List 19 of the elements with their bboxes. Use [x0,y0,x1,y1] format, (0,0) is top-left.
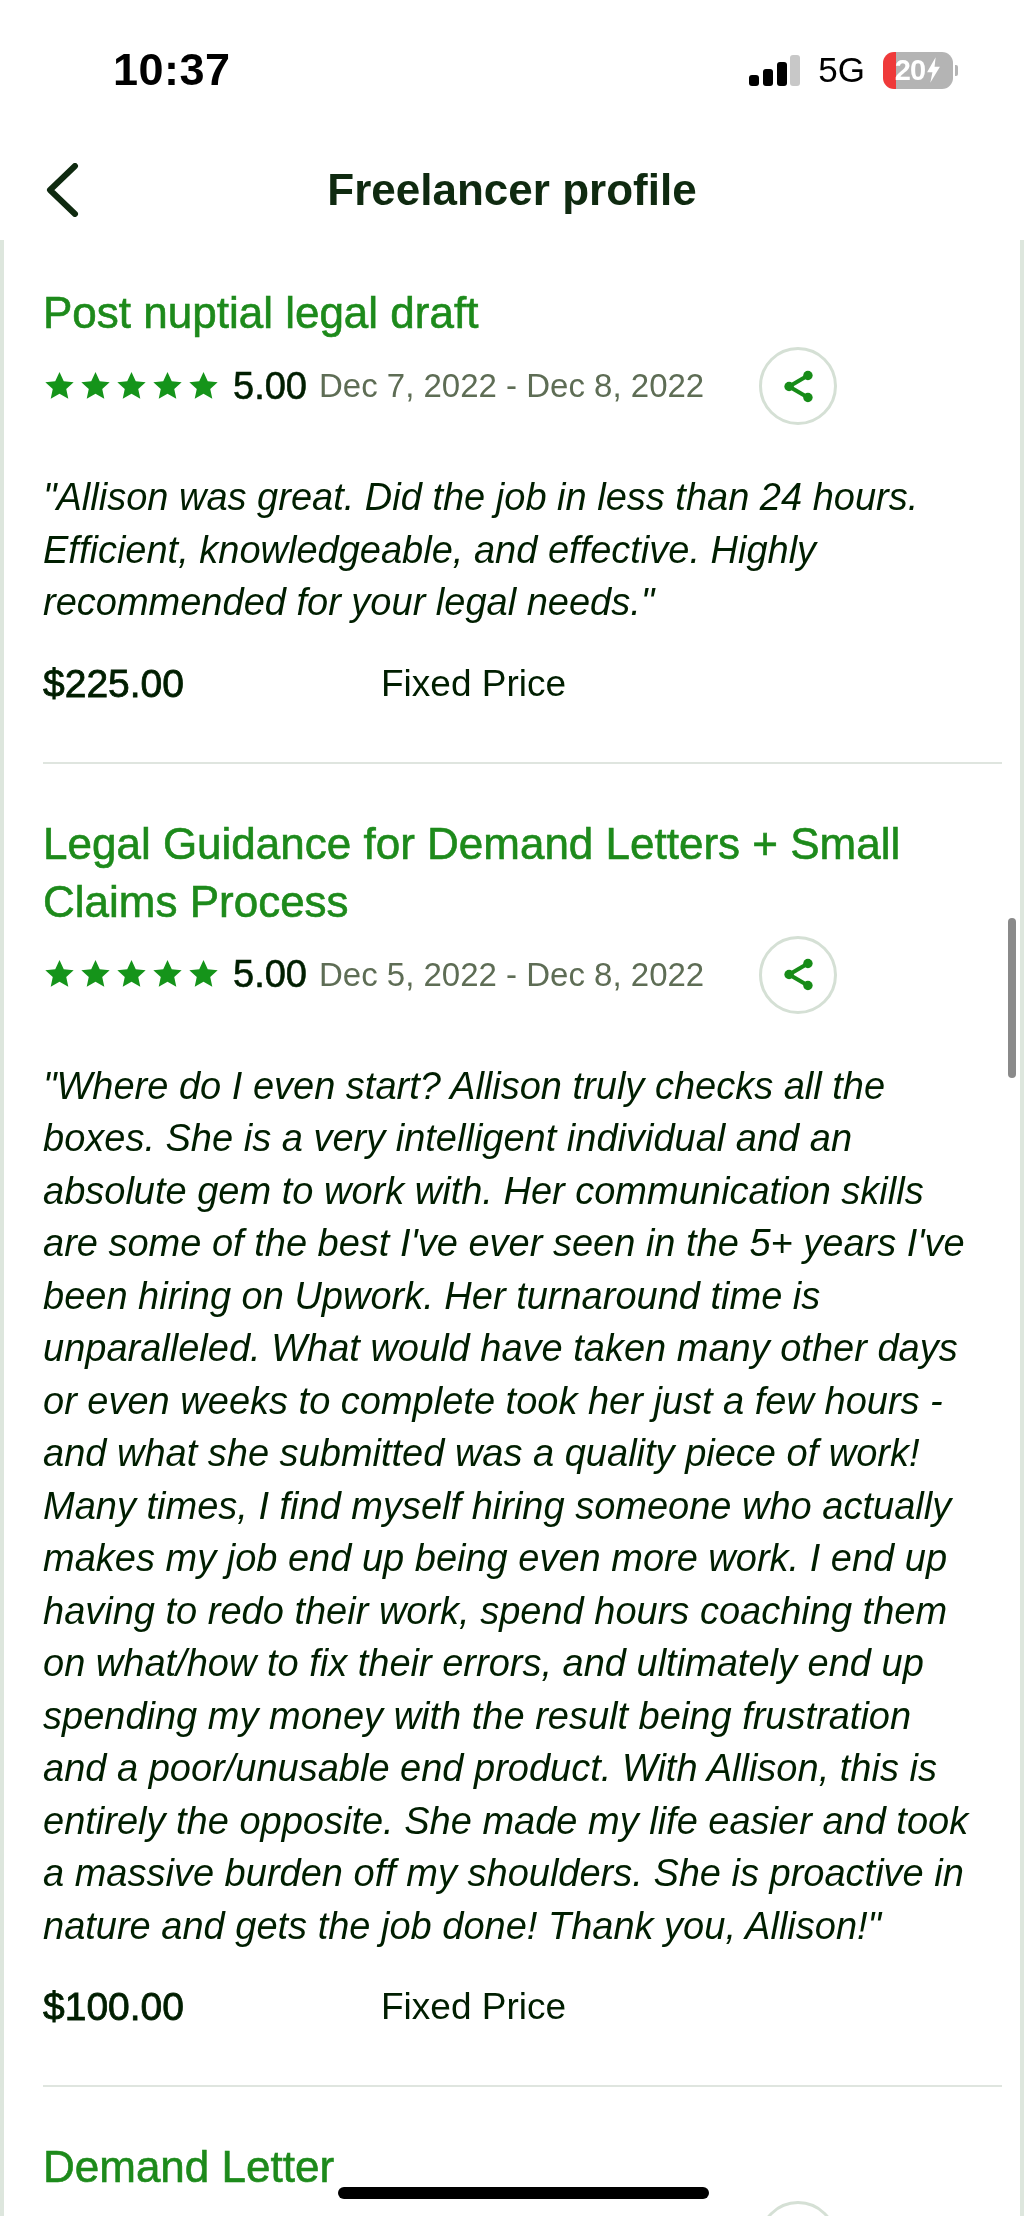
review-text: "Where do I even start? Allison truly checks all the boxes. She is a very intelligent individual and an absolute gem to work with. Her communication skills are some of the best I've ever seen in the 5+ years I've been hiring on Upwork. Her turnaround time is unparalleled. What would have taken many other days or even weeks to complete took her just a few hours - and what she submitted was a quality piece of work! Many times, I find myself hiring someone who actually makes my job end up being even more work. I end up having to redo their work, spend hours coaching them on what/how to fix their errors, and ultimately end up spending my money with the result being frustration and a poor/unusable end product. With Allison, this is entirely the opposite. She made my life easier and took a massive burden off my shoulders. She is proactive in nature and gets the job done! Thank you, Allison!" [43,1063,971,1949]
review-text: "Allison was great. Did the job in less than 24 hours. Efficient, knowledgeable, and effective. Highly recommended for your legal needs." [43,475,920,625]
job-title[interactable]: Demand Letter [43,2138,1002,2196]
date-range: Dec 5, 2022 - Dec 8, 2022 [318,955,705,994]
rating-score: 5.00 [233,364,307,408]
price: $100.00 [43,1985,184,2029]
date-range: Dec 7, 2022 - Dec 8, 2022 [318,367,705,405]
job-title[interactable]: Post nuptial legal draft [43,284,1002,342]
network-label: 5G [818,50,865,90]
signal-icon [749,54,801,86]
job-title[interactable]: Legal Guidance for Demand Letters + Small Claims Process [43,814,1002,931]
rating-score: 5.00 [233,953,307,996]
page-title: Freelancer profile [326,165,698,215]
price-type: Fixed Price [381,1985,567,2029]
status-time: 10:37 [113,44,231,96]
bolt-icon [926,57,942,83]
price: $225.00 [43,661,184,706]
price-type: Fixed Price [381,661,567,706]
back-icon[interactable] [44,163,80,217]
